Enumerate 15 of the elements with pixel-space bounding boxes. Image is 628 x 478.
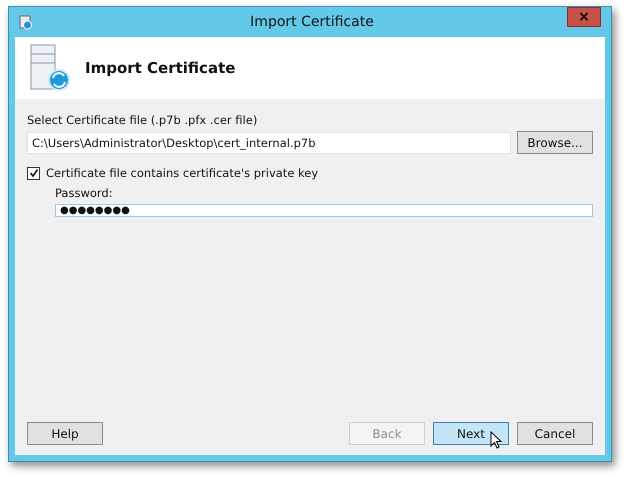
- window-title: Import Certificate: [250, 14, 374, 30]
- dialog-button[interactable]: Cancel: [517, 422, 593, 445]
- certificate-server-icon: [29, 44, 71, 92]
- private-key-checkbox[interactable]: [27, 166, 40, 180]
- header-title: Import Certificate: [85, 59, 236, 77]
- password-label: Password:: [55, 186, 114, 200]
- private-key-label: Certificate file contains certificate's private key: [46, 166, 318, 180]
- browse-button[interactable]: Browse...: [517, 131, 593, 154]
- mouse-cursor-icon: [490, 431, 502, 449]
- password-field[interactable]: ●●●●●●●●: [55, 204, 593, 217]
- file-label: Select Certificate file (.p7b .pfx .cer file): [27, 113, 258, 127]
- file-path-field[interactable]: C:\Users\Administrator\Desktop\cert_internal.p7b: [27, 132, 511, 154]
- close-button[interactable]: ×: [567, 7, 601, 27]
- dialog-button[interactable]: Help: [27, 422, 103, 445]
- certificate-app-icon: [19, 14, 33, 30]
